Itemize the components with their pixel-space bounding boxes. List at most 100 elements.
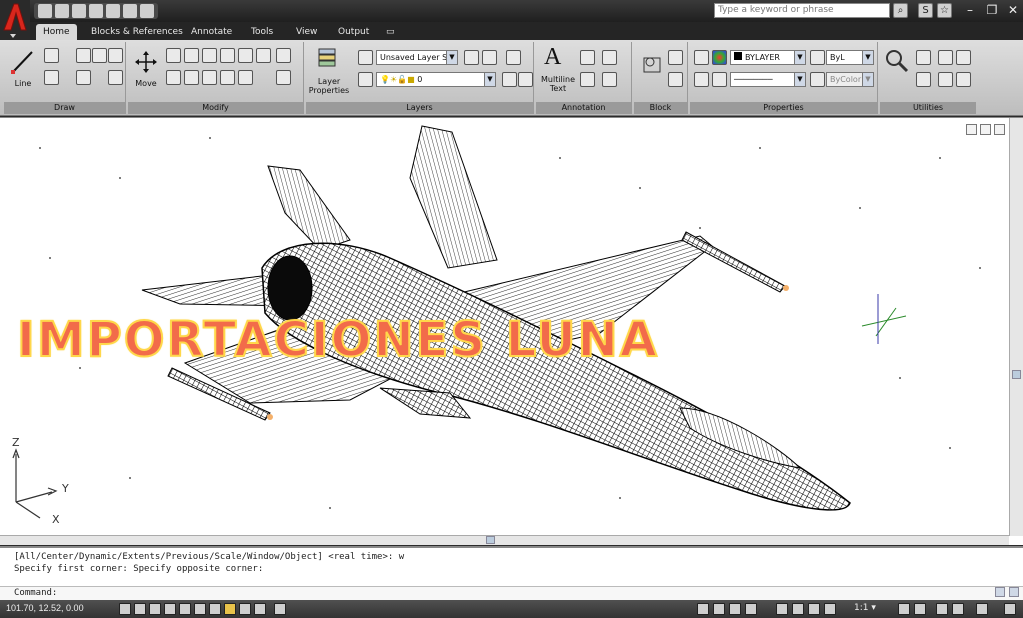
quick-properties-icon[interactable] [274, 603, 286, 615]
explode-icon[interactable] [184, 70, 199, 85]
tab-view[interactable]: View [289, 24, 324, 40]
annotation-scale[interactable]: 1:1 ▾ [854, 603, 876, 613]
panel-label-draw[interactable]: Draw [4, 102, 125, 114]
vertical-scrollbar[interactable] [1009, 118, 1023, 536]
layout1-icon[interactable] [713, 603, 725, 615]
panel-label-utilities[interactable]: Utilities [880, 102, 976, 114]
autoscale-icon[interactable] [914, 603, 926, 615]
undo-icon[interactable] [123, 4, 137, 18]
save-as-icon[interactable] [89, 4, 103, 18]
single-line-text-icon[interactable] [580, 50, 595, 65]
tab-tools[interactable]: Tools [244, 24, 280, 40]
move-icon[interactable] [134, 50, 158, 74]
minimize-icon[interactable]: – [962, 2, 978, 18]
snap-icon[interactable] [134, 603, 146, 615]
color-select[interactable]: BYLAYER ▼ [730, 50, 806, 65]
edit-block-icon[interactable] [668, 72, 683, 87]
layer-state-icon[interactable] [358, 50, 373, 65]
select-all-icon[interactable] [916, 72, 931, 87]
favorites-icon[interactable]: ☆ [937, 3, 952, 18]
layer-off-icon[interactable] [502, 72, 517, 87]
ducs-icon[interactable] [224, 603, 236, 615]
arc-icon[interactable] [76, 48, 91, 63]
grid-icon[interactable] [149, 603, 161, 615]
layout2-icon[interactable] [729, 603, 741, 615]
quick-view-icon[interactable] [745, 603, 757, 615]
create-block-icon[interactable] [668, 50, 683, 65]
measure-icon[interactable] [884, 48, 910, 74]
clean-screen-icon[interactable] [1004, 603, 1016, 615]
horizontal-scrollbar[interactable] [0, 535, 1009, 545]
fillet-icon[interactable] [220, 48, 235, 63]
lock-ui-icon[interactable] [952, 603, 964, 615]
vertical-scroll-thumb[interactable] [1012, 370, 1021, 379]
rectangle-icon[interactable] [108, 48, 123, 63]
trim-icon[interactable] [202, 70, 217, 85]
table-icon[interactable] [580, 72, 595, 87]
list-icon[interactable] [694, 72, 709, 87]
osnap-icon[interactable] [194, 603, 206, 615]
line-icon[interactable] [10, 48, 36, 76]
linear-dimension-icon[interactable] [602, 50, 617, 65]
offset-icon[interactable] [238, 70, 253, 85]
lineweight-icon[interactable] [810, 50, 825, 65]
layer-match-icon[interactable] [482, 50, 497, 65]
erase-icon[interactable] [166, 70, 181, 85]
print-icon[interactable] [106, 4, 120, 18]
horizontal-scroll-thumb[interactable] [486, 536, 495, 544]
open-icon[interactable] [55, 4, 69, 18]
viewport-minimize-icon[interactable] [966, 124, 977, 135]
panel-label-properties[interactable]: Properties [690, 102, 877, 114]
stretch-icon[interactable] [276, 48, 291, 63]
insert-block-icon[interactable] [640, 52, 664, 76]
match-properties-icon[interactable] [694, 50, 709, 65]
purge-icon[interactable] [938, 72, 953, 87]
layer-isolate-icon[interactable] [506, 50, 521, 65]
plot-style-select[interactable]: ByColor ▼ [826, 72, 874, 87]
panel-label-layers[interactable]: Layers [306, 102, 533, 114]
layer-freeze-icon[interactable] [518, 72, 533, 87]
pan-icon[interactable] [776, 603, 788, 615]
color-wheel-icon[interactable] [712, 50, 727, 65]
otrack-icon[interactable] [209, 603, 221, 615]
scale-icon[interactable] [238, 48, 253, 63]
close-icon[interactable]: ✕ [1005, 2, 1021, 18]
redo-icon[interactable] [140, 4, 154, 18]
id-point-icon[interactable] [938, 50, 953, 65]
application-menu-button[interactable] [0, 0, 30, 40]
tab-output[interactable]: Output [331, 24, 376, 40]
showmotion-icon[interactable] [824, 603, 836, 615]
ellipse-icon[interactable] [76, 70, 91, 85]
command-scroll-left-icon[interactable] [995, 587, 1005, 597]
regen-icon[interactable] [956, 72, 971, 87]
subscription-icon[interactable]: S [918, 3, 933, 18]
infer-constraints-icon[interactable] [119, 603, 131, 615]
polyline-icon[interactable] [44, 48, 59, 63]
ortho-icon[interactable] [164, 603, 176, 615]
copy-icon[interactable] [166, 48, 181, 63]
join-icon[interactable] [276, 70, 291, 85]
zoom-icon[interactable] [792, 603, 804, 615]
linetype-select[interactable]: ──────── ▼ [730, 72, 806, 87]
workspace-switching-icon[interactable] [936, 603, 948, 615]
restore-icon[interactable]: ❐ [984, 2, 1000, 18]
mirror-icon[interactable] [202, 48, 217, 63]
plot-style-icon[interactable] [810, 72, 825, 87]
layer-select[interactable]: 💡☀🔓■ 0 ▼ [376, 72, 496, 87]
viewport-restore-icon[interactable] [980, 124, 991, 135]
search-input[interactable]: Type a keyword or phrase [714, 3, 890, 18]
make-current-icon[interactable] [358, 72, 373, 87]
linetype-icon[interactable] [712, 72, 727, 87]
quick-select-icon[interactable] [916, 50, 931, 65]
annotation-visibility-icon[interactable] [898, 603, 910, 615]
lineweight-select[interactable]: ByL ▼ [826, 50, 874, 65]
drawing-viewport[interactable]: Z Y X IMPORTACIONES LUNA [0, 117, 1023, 545]
extend-icon[interactable] [220, 70, 235, 85]
command-input[interactable]: Command: [0, 586, 1023, 600]
save-icon[interactable] [72, 4, 86, 18]
lineweight-toggle-icon[interactable] [254, 603, 266, 615]
layer-properties-icon[interactable] [316, 46, 340, 68]
polygon-icon[interactable] [92, 48, 107, 63]
model-space-icon[interactable] [697, 603, 709, 615]
status-tray-settings-icon[interactable] [976, 603, 988, 615]
